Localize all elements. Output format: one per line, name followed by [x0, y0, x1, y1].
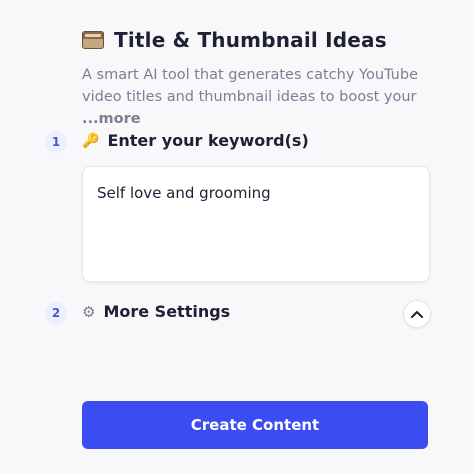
settings-collapse-button[interactable] — [403, 300, 431, 328]
more-link[interactable]: ...more — [82, 111, 141, 127]
chevron-up-icon — [411, 311, 423, 318]
step-number-2: 2 — [45, 302, 67, 324]
box-icon — [82, 31, 104, 49]
keywords-label: Enter your keyword(s) — [107, 131, 309, 150]
description-text: A smart AI tool that generates catchy Yo… — [82, 67, 418, 105]
step-number-1: 1 — [45, 131, 67, 153]
more-settings-label: More Settings — [103, 302, 231, 321]
keyword-input-value[interactable]: Self love and grooming — [97, 184, 271, 202]
create-content-button[interactable]: Create Content — [82, 401, 428, 449]
section-label-keywords: 🔑 Enter your keyword(s) — [82, 131, 309, 150]
page-title: Title & Thumbnail Ideas — [114, 28, 387, 52]
tool-description: A smart AI tool that generates catchy Yo… — [82, 64, 442, 130]
section-label-more-settings[interactable]: ⚙ More Settings — [82, 302, 230, 321]
gear-icon: ⚙ — [82, 302, 96, 321]
key-icon: 🔑 — [82, 132, 100, 149]
tool-header: Title & Thumbnail Ideas — [82, 28, 387, 52]
tool-card: Title & Thumbnail Ideas A smart AI tool … — [0, 0, 474, 474]
